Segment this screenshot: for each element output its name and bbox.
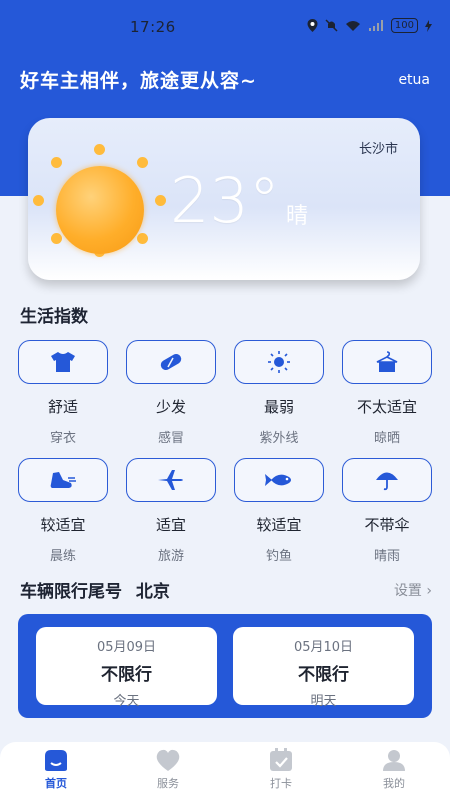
life-item-label: 晨练 — [49, 549, 76, 564]
mute-icon — [325, 19, 338, 32]
life-item-value: 不带伞 — [364, 516, 410, 534]
day-status: 不限行 — [298, 665, 349, 685]
fish-icon — [234, 458, 324, 502]
tab-home[interactable]: 首页 — [0, 742, 112, 800]
tshirt-icon — [18, 340, 108, 384]
restriction-city: 北京 — [135, 582, 170, 602]
sun-rays-icon — [234, 340, 324, 384]
user-icon — [383, 750, 405, 771]
life-item-label: 晴雨 — [373, 549, 400, 564]
hanger-icon — [342, 340, 432, 384]
life-item-value: 不太适宜 — [356, 398, 417, 416]
tab-label: 首页 — [45, 777, 67, 790]
tab-label: 打卡 — [270, 777, 292, 790]
status-time: 17:26 — [130, 18, 176, 36]
signal-icon — [368, 19, 383, 31]
life-item-label: 钓鱼 — [265, 549, 292, 564]
wifi-icon — [345, 20, 360, 31]
weather-city: 长沙市 — [358, 142, 398, 157]
weather-card[interactable]: 长沙市 23° 晴 — [28, 118, 420, 280]
day-date: 05月10日 — [293, 640, 354, 655]
life-index-title: 生活指数 — [20, 307, 88, 327]
life-item-travel[interactable]: 适宜 旅游 — [126, 458, 216, 564]
life-item-uv[interactable]: 最弱 紫外线 — [234, 340, 324, 446]
status-icons: 100 — [307, 18, 432, 33]
day-label: 明天 — [310, 694, 337, 709]
tab-checkin[interactable]: 打卡 — [225, 742, 337, 800]
charging-icon — [425, 19, 432, 32]
restriction-day-tomorrow: 05月10日 不限行 明天 — [233, 627, 414, 709]
restriction-title: 车辆限行尾号 北京 — [20, 577, 170, 602]
restriction-settings-link[interactable]: 设置 › — [394, 580, 432, 600]
battery-icon: 100 — [390, 18, 418, 33]
life-item-value: 较适宜 — [40, 516, 86, 534]
life-item-value: 适宜 — [155, 516, 186, 534]
tab-profile[interactable]: 我的 — [338, 742, 450, 800]
username: etua — [398, 72, 430, 88]
life-item-label: 感冒 — [157, 431, 184, 446]
life-item-umbrella[interactable]: 不带伞 晴雨 — [342, 458, 432, 564]
pill-icon — [126, 340, 216, 384]
tab-label: 服务 — [157, 777, 179, 790]
life-item-value: 舒适 — [47, 398, 78, 416]
airplane-icon — [126, 458, 216, 502]
life-item-clothing[interactable]: 舒适 穿衣 — [18, 340, 108, 446]
weather-condition: 晴 — [286, 204, 309, 229]
life-item-label: 旅游 — [157, 549, 184, 564]
life-item-value: 最弱 — [263, 398, 294, 416]
life-item-label: 紫外线 — [259, 431, 299, 446]
restriction-panel: 05月09日 不限行 今天 05月10日 不限行 明天 — [18, 614, 432, 718]
life-item-value: 较适宜 — [256, 516, 302, 534]
location-icon — [307, 19, 318, 32]
bottom-tab-bar: 首页 服务 打卡 我的 — [0, 742, 450, 800]
calendar-check-icon — [270, 748, 292, 771]
life-item-drying[interactable]: 不太适宜 晾晒 — [342, 340, 432, 446]
restriction-day-today: 05月09日 不限行 今天 — [36, 627, 217, 709]
tab-label: 我的 — [383, 777, 405, 790]
greeting-text: 好车主相伴，旅途更从容~ — [20, 70, 257, 92]
running-shoe-icon — [18, 458, 108, 502]
life-item-label: 穿衣 — [49, 431, 76, 446]
temperature: 23° — [170, 164, 280, 237]
life-item-label: 晾晒 — [373, 431, 400, 446]
day-date: 05月09日 — [96, 640, 157, 655]
life-item-fishing[interactable]: 较适宜 钓鱼 — [234, 458, 324, 564]
day-label: 今天 — [113, 694, 140, 709]
life-item-morning-exercise[interactable]: 较适宜 晨练 — [18, 458, 108, 564]
life-item-cold[interactable]: 少发 感冒 — [126, 340, 216, 446]
restriction-title-text: 车辆限行尾号 — [20, 582, 122, 602]
umbrella-icon — [342, 458, 432, 502]
tab-service[interactable]: 服务 — [112, 742, 224, 800]
day-status: 不限行 — [101, 665, 152, 685]
heart-icon — [156, 749, 180, 771]
home-icon — [45, 750, 67, 771]
life-item-value: 少发 — [155, 398, 186, 416]
status-bar: 17:26 100 — [0, 0, 450, 52]
